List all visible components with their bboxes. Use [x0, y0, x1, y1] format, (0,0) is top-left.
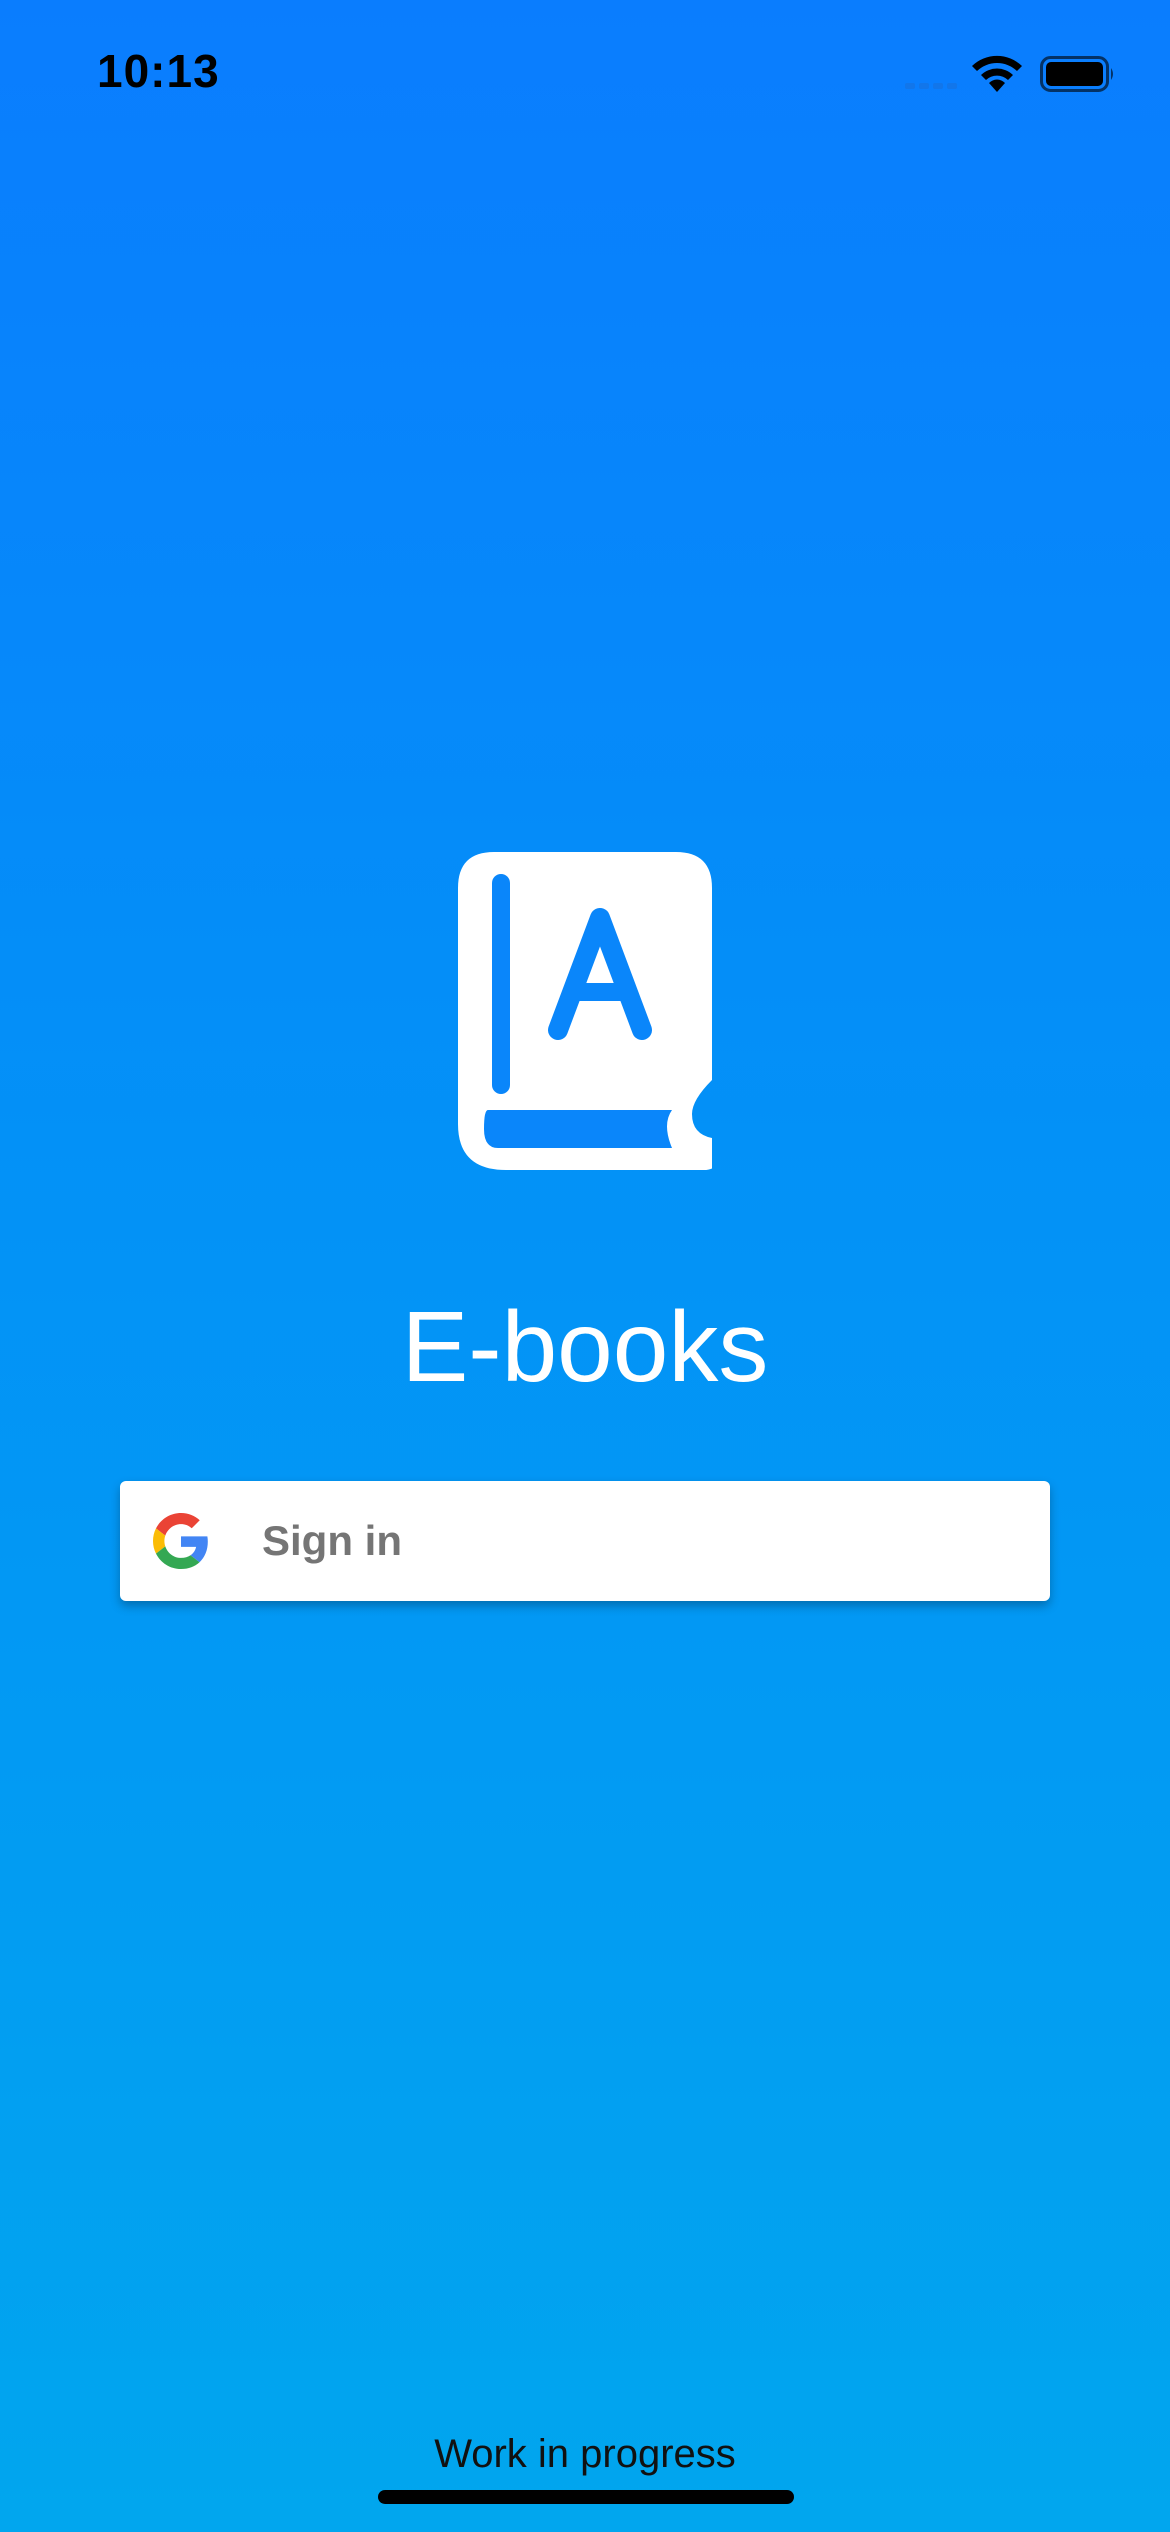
book-icon	[458, 852, 712, 1170]
google-sign-in-button[interactable]: Sign in	[120, 1481, 1050, 1601]
home-indicator[interactable]	[378, 2490, 794, 2504]
sign-in-label: Sign in	[262, 1517, 402, 1564]
status-time: 10:13	[97, 45, 220, 97]
google-logo-icon	[153, 1513, 208, 1569]
cellular-signal-icon	[905, 83, 957, 89]
app-title: E-books	[401, 1291, 769, 1403]
wifi-icon	[972, 55, 1022, 92]
battery-icon	[1040, 56, 1113, 92]
footer-status-text: Work in progress	[434, 2432, 736, 2476]
status-bar: 10:13	[0, 0, 1170, 150]
